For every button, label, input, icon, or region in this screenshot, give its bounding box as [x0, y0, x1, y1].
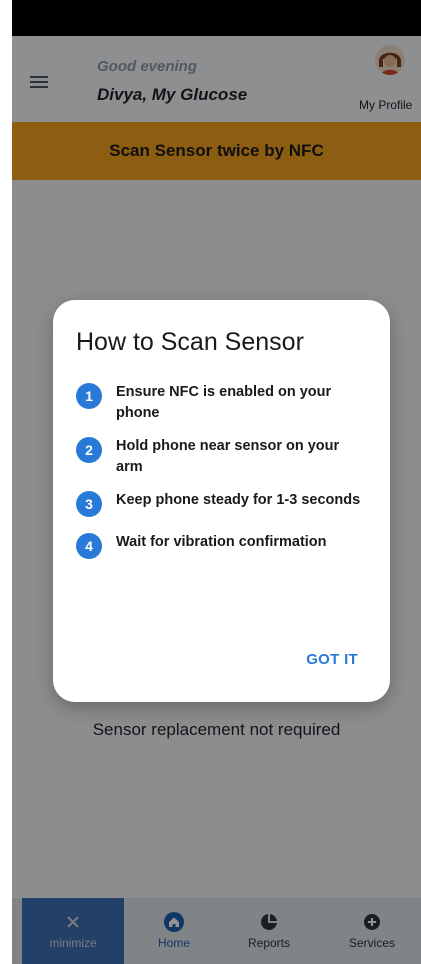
instruction-step: 1 Ensure NFC is enabled on your phone	[76, 382, 366, 424]
instruction-step: 3 Keep phone steady for 1-3 seconds	[76, 490, 366, 520]
status-bar	[12, 0, 421, 36]
step-number-badge: 2	[76, 437, 102, 463]
instruction-step: 2 Hold phone near sensor on your arm	[76, 436, 366, 478]
step-number-badge: 1	[76, 383, 102, 409]
instruction-steps: 1 Ensure NFC is enabled on your phone 2 …	[76, 382, 366, 574]
got-it-button[interactable]: GOT IT	[306, 651, 358, 668]
step-text: Hold phone near sensor on your arm	[116, 438, 340, 475]
step-number-badge: 3	[76, 491, 102, 517]
instruction-step: 4 Wait for vibration confirmation	[76, 532, 366, 562]
scan-instructions-dialog: How to Scan Sensor 1 Ensure NFC is enabl…	[53, 300, 390, 702]
step-number-badge: 4	[76, 533, 102, 559]
dialog-title: How to Scan Sensor	[76, 328, 304, 356]
step-text: Ensure NFC is enabled on your phone	[116, 384, 332, 421]
step-text: Keep phone steady for 1-3 seconds	[116, 492, 361, 508]
step-text: Wait for vibration confirmation	[116, 534, 327, 550]
phone-screen: Good evening Divya, My Glucose My Profil…	[12, 0, 421, 964]
